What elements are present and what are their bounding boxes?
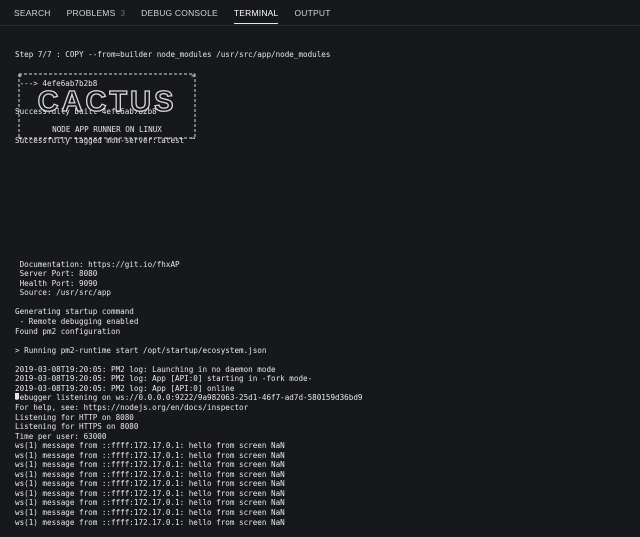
terminal-line: ws(1) message from ::ffff:172.17.0.1: he… (15, 460, 285, 470)
terminal-line: Step 7/7 : COPY --from=builder node_modu… (15, 50, 331, 60)
terminal-line: Time per user: 63000 (15, 431, 107, 441)
cactus-banner: + + + + CACTUS NODE APP RUNNER ON LINUX (18, 73, 196, 139)
cactus-logo: CACTUS (37, 85, 177, 118)
terminal-line: Found pm2 configuration (15, 326, 121, 336)
svg-text:+: + (18, 73, 22, 80)
tab-label: OUTPUT (294, 7, 331, 18)
terminal-line: ws(1) message from ::ffff:172.17.0.1: he… (15, 498, 285, 508)
terminal-line: Listening for HTTP on 8080 (15, 412, 134, 422)
terminal-line: - Remote debugging enabled (15, 317, 139, 327)
terminal-line: Debugger listening on ws://0.0.0.0:9222/… (15, 393, 363, 403)
banner-subtitle: NODE APP RUNNER ON LINUX (52, 125, 162, 134)
tab-search[interactable]: SEARCH (0, 0, 59, 26)
terminal-line: Source: /usr/src/app (15, 288, 112, 298)
terminal-line: Generating startup command (15, 307, 134, 317)
terminal-log-lines: Documentation: https://git.io/fhxAP Serv… (15, 260, 635, 527)
svg-text:+: + (191, 135, 195, 139)
terminal-line: 2019-03-08T19:20:05: PM2 log: App [API:0… (15, 374, 313, 384)
tab-label: DEBUG CONSOLE (141, 7, 218, 18)
terminal-line: ws(1) message from ::ffff:172.17.0.1: he… (15, 450, 285, 460)
tab-output[interactable]: OUTPUT (286, 0, 338, 26)
terminal-line: 2019-03-08T19:20:05: PM2 log: App [API:0… (15, 383, 235, 393)
tab-terminal[interactable]: TERMINAL (226, 0, 287, 26)
panel-tab-bar: SEARCH PROBLEMS 3 DEBUG CONSOLE TERMINAL … (0, 0, 640, 26)
tab-problems[interactable]: PROBLEMS 3 (59, 0, 134, 26)
svg-text:+: + (191, 73, 195, 80)
terminal-line: Documentation: https://git.io/fhxAP (15, 259, 180, 269)
terminal-line: ws(1) message from ::ffff:172.17.0.1: he… (15, 441, 285, 451)
terminal-line: > Running pm2-runtime start /opt/startup… (15, 345, 267, 355)
terminal-line: Server Port: 8080 (15, 269, 98, 279)
tab-debug-console[interactable]: DEBUG CONSOLE (133, 0, 226, 26)
terminal-line: ws(1) message from ::ffff:172.17.0.1: he… (15, 517, 285, 527)
terminal-line: 2019-03-08T19:20:05: PM2 log: Launching … (15, 364, 276, 374)
tab-label: TERMINAL (233, 7, 279, 18)
terminal-line: Health Port: 9090 (15, 278, 98, 288)
banner-spacer (15, 165, 635, 241)
terminal-line: Listening for HTTPS on 8080 (15, 422, 139, 432)
terminal-line: ws(1) message from ::ffff:172.17.0.1: he… (15, 479, 285, 489)
terminal-cursor (15, 393, 19, 399)
terminal-line: ws(1) message from ::ffff:172.17.0.1: he… (15, 469, 285, 479)
svg-text:+: + (18, 135, 22, 139)
problems-count-badge: 3 (120, 8, 126, 18)
tab-label: SEARCH (14, 7, 51, 18)
terminal-line: ws(1) message from ::ffff:172.17.0.1: he… (15, 488, 285, 498)
tab-label: PROBLEMS (66, 7, 116, 18)
terminal-line: For help, see: https://nodejs.org/en/doc… (15, 402, 249, 412)
terminal-line: ws(1) message from ::ffff:172.17.0.1: he… (15, 507, 285, 517)
